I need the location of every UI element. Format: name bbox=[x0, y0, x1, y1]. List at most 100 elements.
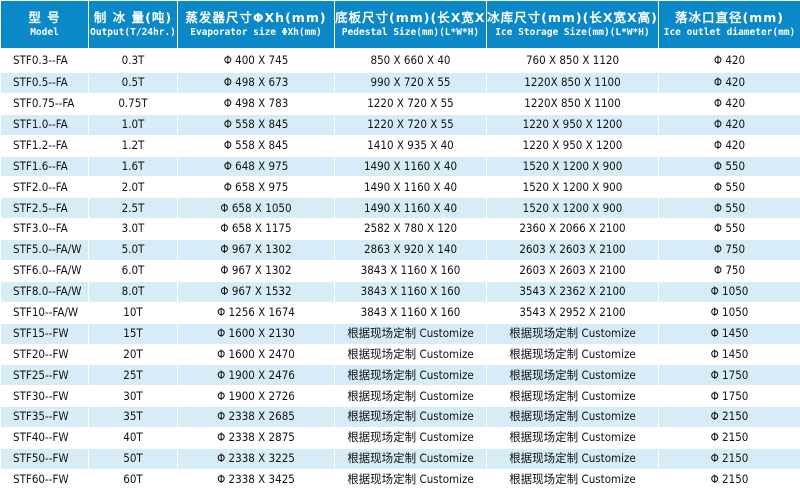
cell-ice-storage: 1220X 850 X 1100 bbox=[487, 93, 659, 114]
cell-model: STF15--FW bbox=[1, 323, 89, 344]
cell-ice-outlet: Φ 2150 bbox=[659, 428, 800, 449]
cell-evaporator: Φ 1900 X 2476 bbox=[178, 365, 335, 386]
header-evaporator-en: Evaporator size ΦXh(mm) bbox=[178, 28, 334, 38]
header-output: 制 冰 量(吨) Output(T/24hr.) bbox=[89, 1, 178, 49]
cell-evaporator: Φ 558 X 845 bbox=[178, 135, 335, 156]
cell-pedestal: 根据现场定制 Customize bbox=[335, 469, 487, 490]
table-row: STF2.5--FA2.5TΦ 658 X 10501490 X 1160 X … bbox=[1, 198, 800, 219]
cell-pedestal: 1220 X 720 X 55 bbox=[335, 114, 487, 135]
cell-ice-outlet: Φ 420 bbox=[659, 73, 800, 94]
header-evaporator: 蒸发器尺寸ΦXh(mm)Evaporator size ΦXh(mm) bbox=[178, 1, 335, 49]
cell-ice-outlet: Φ 750 bbox=[659, 240, 800, 261]
cell-ice-storage: 3543 X 2362 X 2100 bbox=[487, 281, 659, 302]
header-ice-storage-en: Ice Storage Size(mm)(L*W*H) bbox=[487, 28, 658, 38]
cell-output: 20T bbox=[89, 344, 178, 365]
cell-ice-storage: 1220 X 950 X 1200 bbox=[487, 135, 659, 156]
cell-ice-outlet: Φ 1750 bbox=[659, 365, 800, 386]
cell-ice-storage: 根据现场定制 Customize bbox=[487, 449, 659, 470]
cell-ice-outlet: Φ 550 bbox=[659, 156, 800, 177]
table-header: 型 号 Model 制 冰 量(吨) Output(T/24hr.) 蒸发器尺寸ΦX… bbox=[1, 1, 800, 49]
cell-ice-outlet: Φ 1750 bbox=[659, 386, 800, 407]
cell-ice-storage: 根据现场定制 Customize bbox=[487, 469, 659, 490]
cell-evaporator: Φ 658 X 1050 bbox=[178, 198, 335, 219]
cell-model: STF0.3--FA bbox=[1, 49, 89, 73]
header-output-en: Output(T/24hr.) bbox=[89, 28, 177, 38]
header-ice-storage-zh: 冰库尺寸(mm)(长X宽X高) bbox=[487, 12, 658, 25]
cell-ice-outlet: Φ 420 bbox=[659, 49, 800, 73]
cell-ice-storage: 1520 X 1200 X 900 bbox=[487, 177, 659, 198]
table-row: STF20--FW20TΦ 1600 X 2470根据现场定制 Customiz… bbox=[1, 344, 800, 365]
header-ice-outlet-en: Ice outlet diameter(mm) bbox=[659, 28, 800, 38]
table-row: STF0.3--FA0.3TΦ 400 X 745850 X 660 X 407… bbox=[1, 49, 800, 73]
cell-ice-storage: 根据现场定制 Customize bbox=[487, 428, 659, 449]
cell-output: 0.75T bbox=[89, 93, 178, 114]
cell-pedestal: 3843 X 1160 X 160 bbox=[335, 302, 487, 323]
table-row: STF60--FW60TΦ 2338 X 3425根据现场定制 Customiz… bbox=[1, 469, 800, 490]
cell-evaporator: Φ 1600 X 2130 bbox=[178, 323, 335, 344]
cell-model: STF1.0--FA bbox=[1, 114, 89, 135]
cell-ice-outlet: Φ 550 bbox=[659, 219, 800, 240]
cell-ice-storage: 1220X 850 X 1100 bbox=[487, 73, 659, 94]
cell-evaporator: Φ 1256 X 1674 bbox=[178, 302, 335, 323]
cell-ice-outlet: Φ 2150 bbox=[659, 407, 800, 428]
cell-output: 3.0T bbox=[89, 219, 178, 240]
header-row: 型 号 Model 制 冰 量(吨) Output(T/24hr.) 蒸发器尺寸ΦX… bbox=[1, 1, 800, 49]
cell-ice-outlet: Φ 550 bbox=[659, 198, 800, 219]
cell-pedestal: 根据现场定制 Customize bbox=[335, 365, 487, 386]
header-pedestal-zh: 底板尺寸(mm)(长X宽X高) bbox=[335, 12, 486, 25]
cell-pedestal: 根据现场定制 Customize bbox=[335, 344, 487, 365]
table-row: STF1.2--FA1.2TΦ 558 X 8451410 X 935 X 40… bbox=[1, 135, 800, 156]
cell-model: STF60--FW bbox=[1, 469, 89, 490]
cell-model: STF20--FW bbox=[1, 344, 89, 365]
cell-model: STF25--FW bbox=[1, 365, 89, 386]
table-row: STF0.75--FA0.75TΦ 498 X 7831220 X 720 X … bbox=[1, 93, 800, 114]
cell-ice-outlet: Φ 1050 bbox=[659, 302, 800, 323]
cell-pedestal: 990 X 720 X 55 bbox=[335, 73, 487, 94]
cell-ice-storage: 1520 X 1200 X 900 bbox=[487, 198, 659, 219]
cell-output: 1.2T bbox=[89, 135, 178, 156]
cell-output: 1.6T bbox=[89, 156, 178, 177]
header-model-en: Model bbox=[1, 28, 88, 38]
cell-ice-outlet: Φ 420 bbox=[659, 114, 800, 135]
header-model-zh: 型 号 bbox=[1, 12, 88, 25]
cell-ice-storage: 2603 X 2603 X 2100 bbox=[487, 261, 659, 282]
cell-ice-storage: 根据现场定制 Customize bbox=[487, 407, 659, 428]
header-ice-storage: 冰库尺寸(mm)(长X宽X高) Ice Storage Size(mm)(L*W*… bbox=[487, 1, 659, 49]
table-row: STF35--FW35TΦ 2338 X 2685根据现场定制 Customiz… bbox=[1, 407, 800, 428]
cell-ice-outlet: Φ 1450 bbox=[659, 323, 800, 344]
cell-model: STF6.0--FA/W bbox=[1, 261, 89, 282]
cell-pedestal: 根据现场定制 Customize bbox=[335, 323, 487, 344]
cell-output: 5.0T bbox=[89, 240, 178, 261]
table-row: STF10--FA/W10TΦ 1256 X 16743843 X 1160 X… bbox=[1, 302, 800, 323]
cell-pedestal: 1220 X 720 X 55 bbox=[335, 93, 487, 114]
cell-model: STF30--FW bbox=[1, 386, 89, 407]
table-row: STF0.5--FA0.5TΦ 498 X 673990 X 720 X 551… bbox=[1, 73, 800, 94]
cell-pedestal: 2863 X 920 X 140 bbox=[335, 240, 487, 261]
cell-model: STF5.0--FA/W bbox=[1, 240, 89, 261]
header-output-zh: 制 冰 量(吨) bbox=[89, 12, 177, 25]
table-row: STF50--FW50TΦ 2338 X 3225根据现场定制 Customiz… bbox=[1, 449, 800, 470]
cell-output: 10T bbox=[89, 302, 178, 323]
cell-output: 15T bbox=[89, 323, 178, 344]
spec-table: 型 号 Model 制 冰 量(吨) Output(T/24hr.) 蒸发器尺寸ΦX… bbox=[0, 0, 800, 491]
cell-model: STF8.0--FA/W bbox=[1, 281, 89, 302]
cell-output: 35T bbox=[89, 407, 178, 428]
cell-pedestal: 3843 X 1160 X 160 bbox=[335, 261, 487, 282]
table-row: STF40--FW40TΦ 2338 X 2875根据现场定制 Customiz… bbox=[1, 428, 800, 449]
cell-output: 0.5T bbox=[89, 73, 178, 94]
table-row: STF25--FW25TΦ 1900 X 2476根据现场定制 Customiz… bbox=[1, 365, 800, 386]
cell-pedestal: 3843 X 1160 X 160 bbox=[335, 281, 487, 302]
cell-ice-storage: 3543 X 2952 X 2100 bbox=[487, 302, 659, 323]
cell-pedestal: 根据现场定制 Customize bbox=[335, 428, 487, 449]
cell-pedestal: 2582 X 780 X 120 bbox=[335, 219, 487, 240]
cell-model: STF2.5--FA bbox=[1, 198, 89, 219]
cell-ice-storage: 根据现场定制 Customize bbox=[487, 386, 659, 407]
cell-output: 2.0T bbox=[89, 177, 178, 198]
cell-pedestal: 根据现场定制 Customize bbox=[335, 407, 487, 428]
cell-model: STF35--FW bbox=[1, 407, 89, 428]
cell-output: 8.0T bbox=[89, 281, 178, 302]
cell-ice-storage: 2603 X 2603 X 2100 bbox=[487, 240, 659, 261]
cell-pedestal: 1490 X 1160 X 40 bbox=[335, 156, 487, 177]
cell-evaporator: Φ 648 X 975 bbox=[178, 156, 335, 177]
cell-ice-storage: 根据现场定制 Customize bbox=[487, 365, 659, 386]
